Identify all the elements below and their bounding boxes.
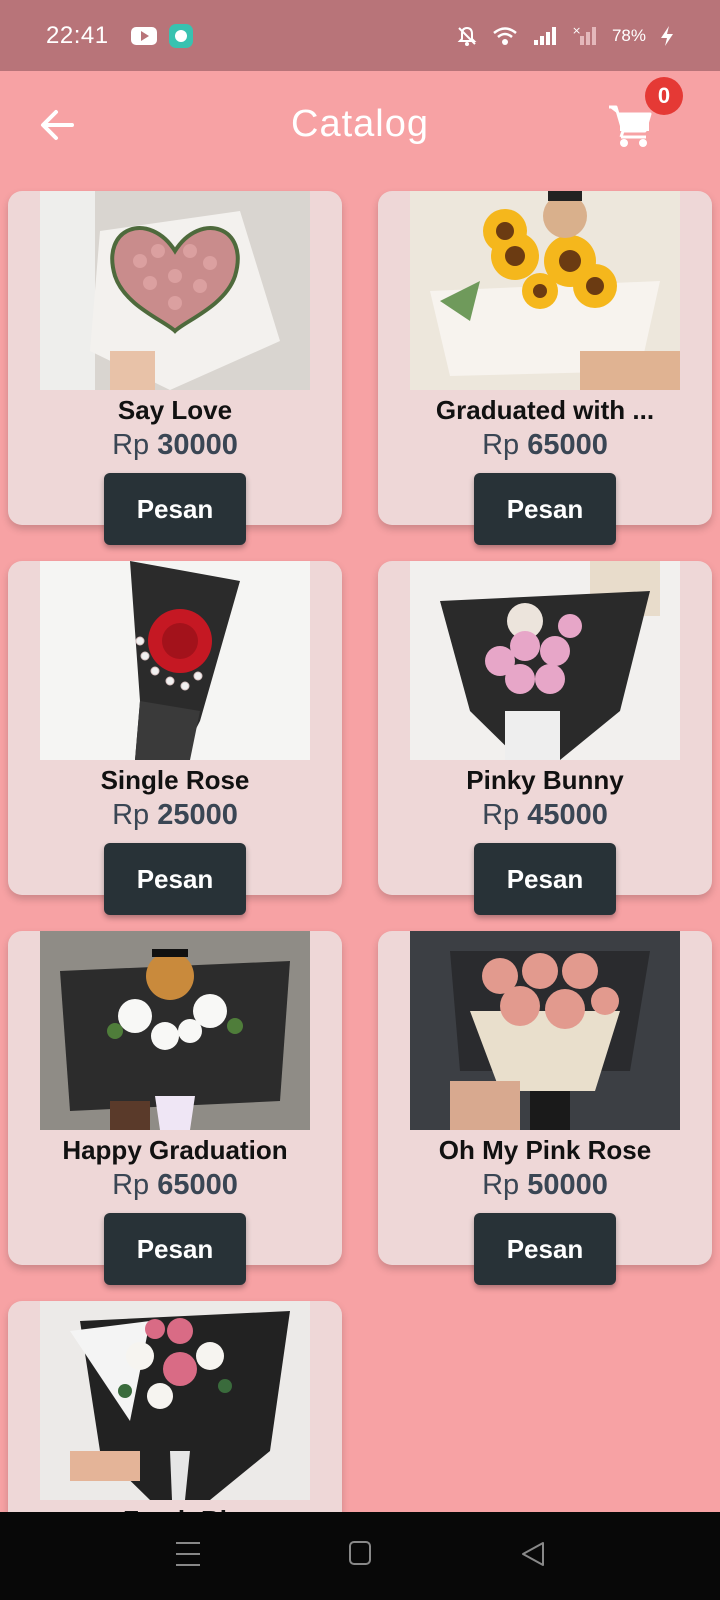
price-value: 25000 [157, 799, 238, 831]
product-name: Graduated with ... [435, 395, 655, 425]
chat-app-icon [168, 23, 193, 48]
status-icons: × 78% [456, 25, 674, 47]
cart-count-badge: 0 [645, 77, 683, 115]
wifi-icon [492, 25, 518, 47]
price-currency: Rp [482, 1169, 520, 1201]
product-price: Rp 25000 [8, 799, 342, 832]
price-value: 45000 [527, 799, 608, 831]
price-value: 50000 [527, 1169, 608, 1201]
product-card[interactable]: Say Love Rp 30000 Pesan [8, 191, 342, 545]
price-currency: Rp [112, 429, 150, 461]
product-name: Oh My Pink Rose [438, 1135, 652, 1165]
price-currency: Rp [482, 799, 520, 831]
product-image [410, 191, 680, 390]
price-currency: Rp [482, 429, 520, 461]
signal-icon [532, 25, 558, 47]
price-value: 65000 [527, 429, 608, 461]
status-bar: 22:41 × 78% [0, 0, 720, 71]
product-card[interactable]: Pinky Bunny Rp 45000 Pesan [378, 561, 712, 915]
product-name: Pinky Bunny [466, 765, 624, 795]
product-card[interactable]: Happy Graduation Rp 65000 Pesan [8, 931, 342, 1285]
product-image [40, 1301, 310, 1500]
product-name: Single Rose [100, 765, 250, 795]
status-time: 22:41 [46, 21, 109, 49]
product-image [410, 561, 680, 760]
order-button[interactable]: Pesan [474, 473, 616, 545]
menu-icon[interactable] [175, 1540, 201, 1573]
youtube-icon [130, 26, 157, 45]
battery-level: 78% [611, 25, 646, 45]
product-image [40, 931, 310, 1130]
order-button[interactable]: Pesan [104, 843, 246, 915]
charging-icon [660, 25, 674, 47]
system-nav-bar [0, 1512, 720, 1600]
bell-muted-icon [456, 25, 478, 47]
order-button[interactable]: Pesan [104, 1213, 246, 1285]
product-image [40, 191, 310, 390]
price-currency: Rp [112, 799, 150, 831]
order-button[interactable]: Pesan [474, 843, 616, 915]
product-image [40, 561, 310, 760]
product-price: Rp 65000 [8, 1169, 342, 1202]
back-triangle-icon[interactable] [520, 1540, 546, 1573]
svg-text:×: × [572, 25, 581, 37]
app-bar: Catalog 0 [0, 71, 720, 186]
product-name: Happy Graduation [62, 1135, 288, 1165]
cart-icon [609, 105, 652, 147]
price-currency: Rp [112, 1169, 150, 1201]
order-button[interactable]: Pesan [474, 1213, 616, 1285]
order-button[interactable]: Pesan [104, 473, 246, 545]
product-image [410, 931, 680, 1130]
product-card[interactable]: Single Rose Rp 25000 Pesan [8, 561, 342, 915]
product-price: Rp 65000 [378, 429, 712, 462]
cart-button[interactable] [606, 101, 654, 149]
price-value: 30000 [157, 429, 238, 461]
product-price: Rp 50000 [378, 1169, 712, 1202]
product-card[interactable]: Oh My Pink Rose Rp 50000 Pesan [378, 931, 712, 1285]
signal-x-icon: × [572, 25, 598, 47]
product-price: Rp 30000 [8, 429, 342, 462]
product-card[interactable]: Graduated with ... Rp 65000 Pesan [378, 191, 712, 545]
product-name: Say Love [117, 395, 233, 425]
product-price: Rp 45000 [378, 799, 712, 832]
price-value: 65000 [157, 1169, 238, 1201]
home-square-icon[interactable] [348, 1540, 372, 1571]
